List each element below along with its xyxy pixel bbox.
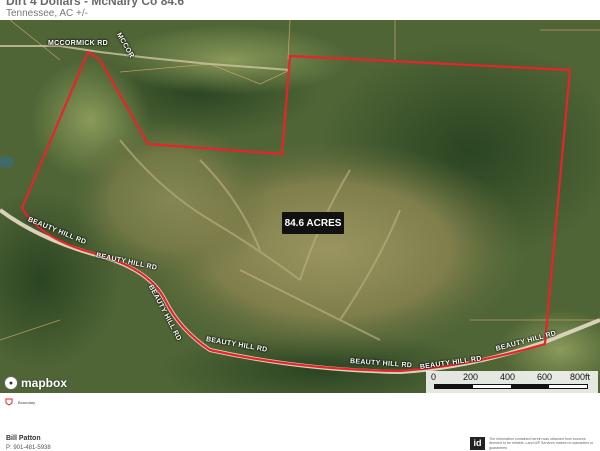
- scale-tick-400: 400: [500, 372, 516, 382]
- scale-tick-600: 600: [537, 372, 553, 382]
- legend: Boundary: [5, 398, 35, 406]
- satellite-map[interactable]: 84.6 ACRES MCCORMICK RD MCCOR BEAUTY HIL…: [0, 20, 600, 393]
- agent-name: Bill Patton: [6, 435, 41, 442]
- disclaimer: The information contained herein was obt…: [489, 437, 594, 450]
- scale-tick-200: 200: [463, 372, 479, 382]
- scale-bar: 0 200 400 600 800ft: [426, 371, 598, 393]
- scale-bar-graphic: [434, 384, 588, 389]
- acreage-label: 84.6 ACRES: [282, 212, 344, 234]
- land-id-logo: id: [470, 437, 485, 450]
- map-title: Dirt 4 Dollars - McNairy Co 84.6: [6, 0, 185, 8]
- scale-tick-800ft: 800ft: [570, 372, 591, 382]
- pasture-north: [110, 25, 350, 95]
- map-canvas[interactable]: [0, 20, 600, 393]
- header: Dirt 4 Dollars - McNairy Co 84.6 Tenness…: [0, 0, 600, 20]
- legend-label: Boundary: [18, 399, 36, 405]
- road-label-mccormick: MCCORMICK RD: [48, 40, 108, 47]
- scale-tick-0: 0: [431, 372, 437, 382]
- boundary-swatch-icon: [5, 398, 13, 406]
- agent-phone: P: 901-481-5938: [6, 445, 51, 451]
- mapbox-logo-icon: ●: [4, 376, 18, 390]
- mapbox-attribution[interactable]: ● mapbox: [4, 376, 67, 390]
- mapbox-wordmark: mapbox: [21, 376, 68, 390]
- map-subtitle: Tennessee, AC +/-: [6, 8, 88, 19]
